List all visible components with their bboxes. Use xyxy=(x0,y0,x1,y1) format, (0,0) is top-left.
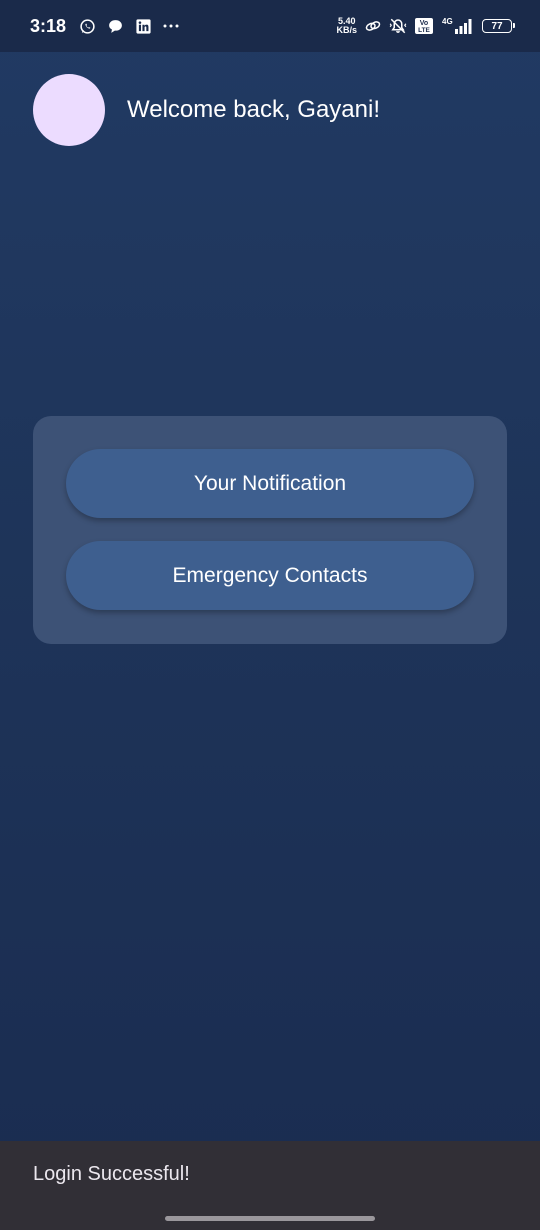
signal-4g-icon: 4G xyxy=(441,17,475,35)
emergency-contacts-button[interactable]: Emergency Contacts xyxy=(66,541,474,610)
battery-level: 77 xyxy=(491,20,503,32)
vibrate-off-icon xyxy=(389,17,407,35)
your-notification-button[interactable]: Your Notification xyxy=(66,449,474,518)
volte-top-label: Vo xyxy=(420,20,428,27)
welcome-title: Welcome back, Gayani! xyxy=(127,96,380,123)
action-card: Your Notification Emergency Contacts xyxy=(33,416,507,644)
link-icon xyxy=(364,17,382,35)
chat-bubble-icon xyxy=(106,17,124,35)
status-time: 3:18 xyxy=(30,15,67,36)
volte-bottom-label: LTE xyxy=(418,27,430,34)
avatar[interactable] xyxy=(33,74,105,146)
whatsapp-icon xyxy=(78,17,96,35)
network-speed: 5.40 KB/s xyxy=(336,17,357,35)
battery-indicator: 77 xyxy=(482,19,515,33)
header: Welcome back, Gayani! xyxy=(33,74,380,146)
status-right: 5.40 KB/s Vo LTE 4G 77 xyxy=(336,17,515,35)
status-bar: 3:18 5.40 KB/s Vo LTE 4G 77 xyxy=(0,0,540,52)
network-speed-unit: KB/s xyxy=(336,25,357,35)
network-type-label: 4G xyxy=(442,17,453,26)
snackbar-message: Login Successful! xyxy=(33,1163,190,1185)
linkedin-icon xyxy=(134,17,152,35)
more-dots-icon xyxy=(162,17,180,35)
home-indicator[interactable] xyxy=(165,1216,375,1221)
status-left: 3:18 xyxy=(30,16,180,37)
volte-icon: Vo LTE xyxy=(414,17,434,35)
